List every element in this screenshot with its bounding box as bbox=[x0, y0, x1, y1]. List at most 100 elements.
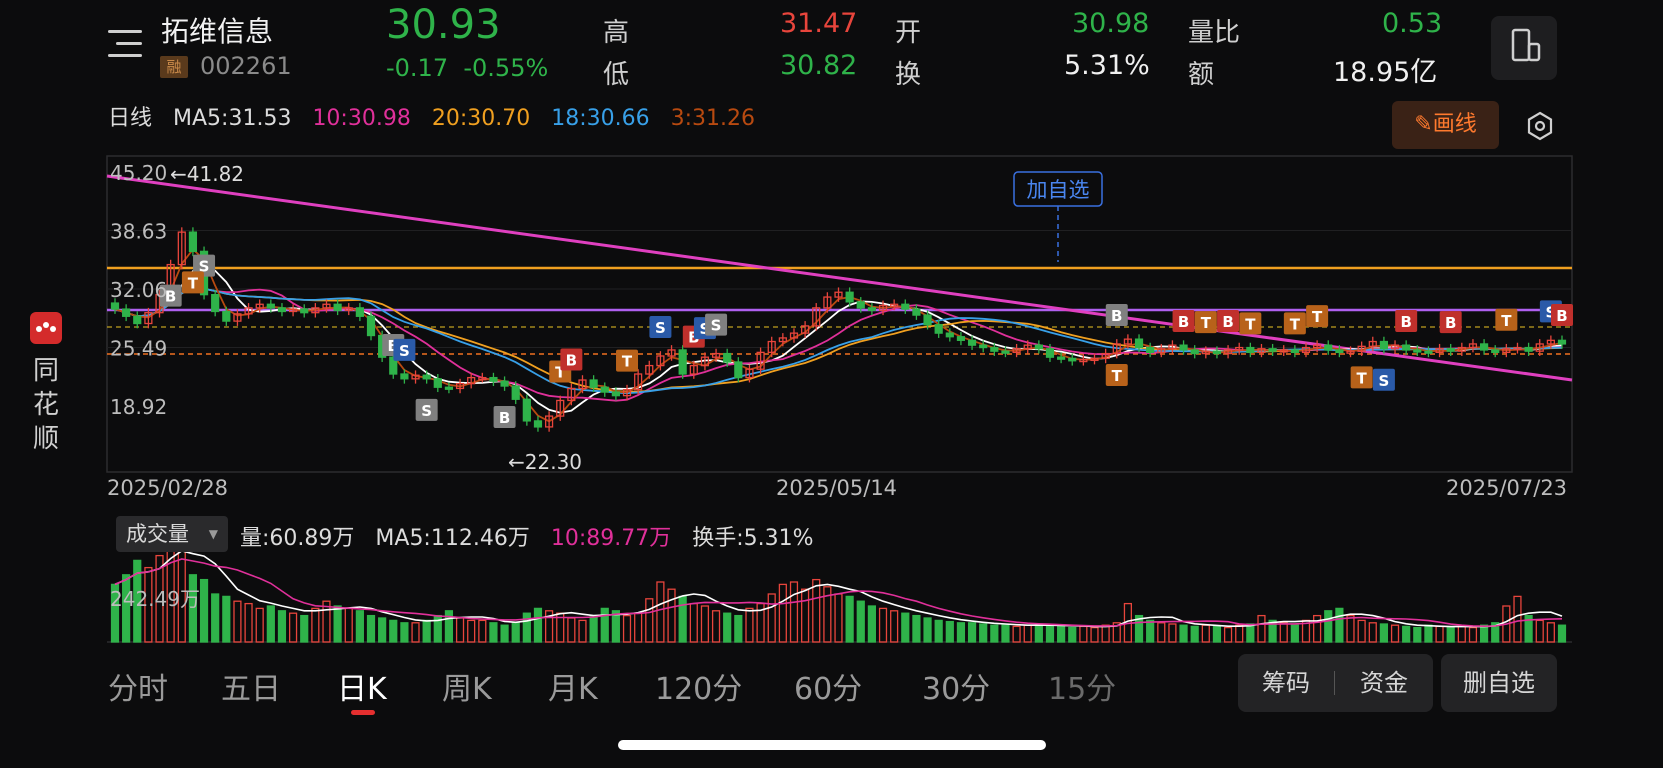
tab-30min[interactable]: 30分 bbox=[922, 664, 990, 708]
candle-body bbox=[1134, 338, 1144, 349]
candle-body bbox=[979, 344, 988, 349]
candle-body bbox=[489, 376, 498, 382]
chips-button[interactable]: 筹码 bbox=[1238, 654, 1334, 712]
tab-120min[interactable]: 120分 bbox=[655, 664, 742, 708]
volume-bar bbox=[1290, 624, 1299, 643]
tab-weekly-k[interactable]: 周K bbox=[442, 664, 492, 708]
price-grid bbox=[107, 230, 1572, 348]
volume-bar bbox=[956, 622, 966, 643]
volume-bar bbox=[778, 583, 787, 643]
volume-bar bbox=[990, 624, 999, 643]
candle-body bbox=[1068, 357, 1077, 362]
y-tick-label: 45.20 bbox=[110, 161, 167, 185]
volume-bar bbox=[1468, 626, 1478, 643]
volume-legend: 量:60.89万 MA5:112.46万 10:89.77万 换手:5.31% bbox=[240, 520, 828, 552]
volume-bar bbox=[1513, 595, 1522, 643]
add-watch-text: 加自选 bbox=[1027, 178, 1090, 202]
candle-body bbox=[511, 385, 520, 400]
signal-marker-letter: S bbox=[711, 317, 722, 335]
signal-marker-letter: T bbox=[1501, 312, 1512, 330]
signal-marker-letter: T bbox=[622, 353, 633, 371]
volume-bar bbox=[945, 620, 954, 643]
candle-body bbox=[1045, 348, 1055, 358]
volume-bar bbox=[1045, 624, 1055, 643]
volume-bar bbox=[1179, 624, 1188, 643]
signal-marker-letter: B bbox=[1222, 313, 1233, 331]
moving-averages bbox=[114, 248, 1563, 423]
candle-body bbox=[956, 336, 966, 341]
volume-bar bbox=[1023, 624, 1032, 643]
min-price-annotation: ←22.30 bbox=[508, 450, 582, 474]
volume-bar bbox=[578, 619, 587, 643]
volume-bar bbox=[1335, 607, 1344, 643]
volume-bar bbox=[867, 605, 876, 643]
signal-marker-letter: B bbox=[1445, 314, 1456, 332]
volume-bar bbox=[890, 610, 899, 643]
tab-60min[interactable]: 60分 bbox=[794, 664, 862, 708]
home-indicator[interactable] bbox=[618, 740, 1046, 750]
active-tab-indicator bbox=[351, 710, 375, 715]
y-tick-label: 25.49 bbox=[110, 337, 167, 361]
candle-body bbox=[1335, 349, 1344, 354]
tab-15min[interactable]: 15分 bbox=[1048, 664, 1116, 708]
signal-marker-letter: B bbox=[499, 409, 510, 427]
candle-body bbox=[901, 303, 910, 310]
volume-bar bbox=[500, 624, 509, 643]
volume-bar bbox=[1313, 614, 1322, 643]
candle-body bbox=[1212, 350, 1222, 355]
funds-button[interactable]: 资金 bbox=[1335, 654, 1433, 712]
volume-indicator-dropdown[interactable]: 成交量 ▼ bbox=[116, 516, 228, 552]
x-label-mid: 2025/05/14 bbox=[776, 476, 898, 500]
y-tick-label: 38.63 bbox=[110, 220, 167, 244]
volume-bar bbox=[1368, 622, 1377, 643]
volume-bar bbox=[422, 619, 431, 643]
candle-body bbox=[122, 308, 131, 317]
volume-bar bbox=[533, 607, 543, 643]
volume-bar bbox=[1146, 619, 1155, 643]
volume-bar bbox=[1157, 622, 1166, 643]
volume-bar bbox=[1257, 614, 1266, 643]
signal-marker-letter: T bbox=[1201, 314, 1212, 332]
volume-value: 量:60.89万 bbox=[240, 526, 355, 551]
x-label-end: 2025/07/23 bbox=[1446, 476, 1568, 500]
volume-bar bbox=[233, 600, 242, 643]
volume-bar bbox=[1324, 610, 1333, 643]
price-axis-labels: 45.20 38.63 32.06 25.49 18.92 bbox=[110, 161, 167, 419]
tab-five-day[interactable]: 五日 bbox=[221, 664, 281, 708]
volume-bar bbox=[1546, 622, 1555, 643]
volume-bar bbox=[1346, 614, 1355, 643]
volume-bar bbox=[745, 607, 754, 643]
signal-marker-letter: S bbox=[421, 402, 432, 420]
volume-bar bbox=[333, 605, 342, 643]
remove-watchlist-button[interactable]: 删自选 bbox=[1441, 654, 1557, 712]
candle-body bbox=[967, 339, 977, 346]
ma-line-18 bbox=[114, 287, 1563, 395]
volume-bar bbox=[511, 622, 520, 643]
signal-marker-letter: S bbox=[655, 319, 666, 337]
volume-bar bbox=[589, 614, 598, 643]
candle-body bbox=[912, 308, 921, 316]
tab-monthly-k[interactable]: 月K bbox=[548, 664, 598, 708]
kline-chart[interactable]: SBTB SS BTB TSB S SBTB T B T T TT SB B T S B 45.2038.63… bbox=[0, 0, 1663, 660]
candle-body bbox=[1446, 348, 1455, 352]
volume-bar bbox=[1424, 624, 1433, 643]
dropdown-caret-icon: ▼ bbox=[208, 527, 218, 541]
volume-bar bbox=[311, 607, 320, 643]
tab-daily-k[interactable]: 日K bbox=[337, 664, 387, 708]
volume-bar bbox=[923, 617, 932, 643]
volume-bar bbox=[1223, 626, 1233, 643]
volume-bar bbox=[478, 619, 487, 643]
tab-intraday[interactable]: 分时 bbox=[108, 664, 168, 708]
volume-ma10: 10:89.77万 bbox=[550, 526, 672, 551]
volume-bar bbox=[600, 607, 609, 643]
volume-ma5: MA5:112.46万 bbox=[375, 526, 530, 551]
volume-bar bbox=[455, 617, 465, 643]
candle-body bbox=[1413, 349, 1422, 353]
volume-bar bbox=[1101, 624, 1110, 643]
volume-ma-lines bbox=[114, 549, 1563, 628]
volume-bar bbox=[1390, 624, 1400, 643]
candle-body bbox=[1479, 343, 1489, 351]
y-tick-label: 18.92 bbox=[110, 395, 167, 419]
volume-bar bbox=[567, 617, 576, 643]
volume-bar bbox=[1535, 619, 1544, 643]
